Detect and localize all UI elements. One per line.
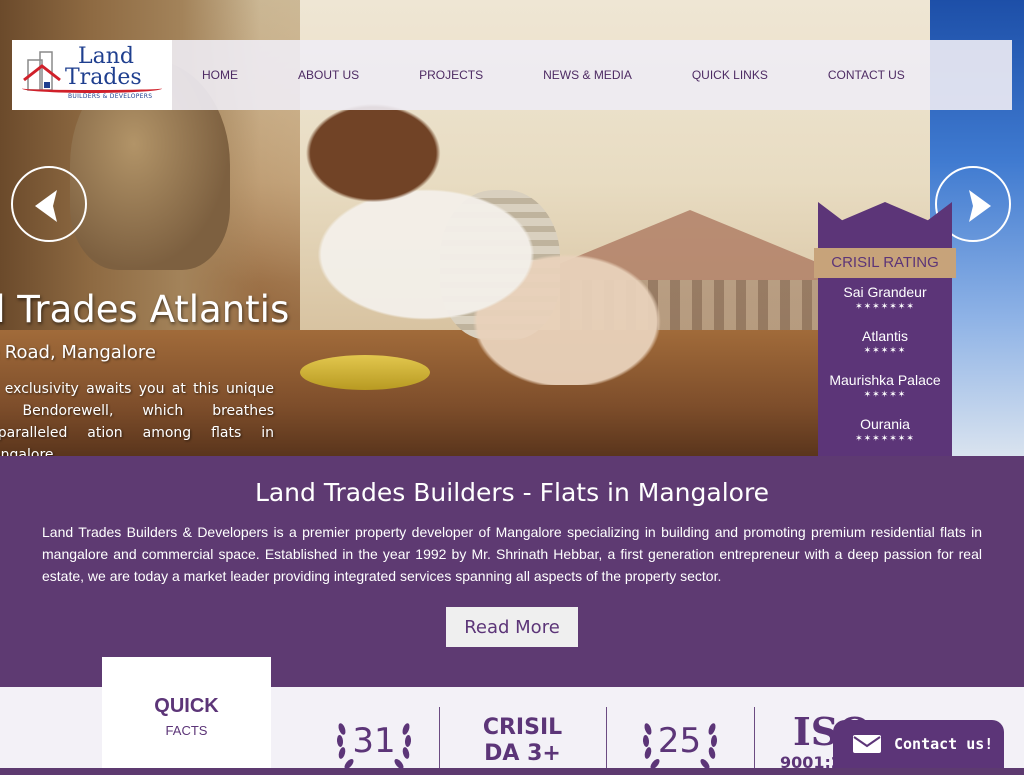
star-rating-icon: ✶✶✶✶✶✶✶ (855, 434, 915, 444)
nav-contact-us[interactable]: CONTACT US (828, 68, 905, 82)
read-more-button[interactable]: Read More (446, 607, 578, 647)
site-logo[interactable]: Land Trades BUILDERS & DEVELOPERS (12, 40, 172, 110)
fact-projects: 25 (607, 707, 752, 769)
slider-prev-button[interactable] (11, 166, 87, 242)
crisil-project-name: Maurishka Palace (829, 372, 941, 388)
about-heading: Land Trades Builders - Flats in Mangalor… (254, 478, 770, 507)
crisil-project-name: Ourania (860, 416, 910, 432)
star-rating-icon: ✶✶✶✶✶✶✶ (855, 302, 915, 312)
logo-swoosh (22, 84, 162, 93)
contact-us-widget[interactable]: Contact us! (833, 720, 1004, 768)
fact-crisil: CRISIL DA 3+ (440, 707, 605, 768)
quick-facts-card: QUICK FACTS (102, 657, 271, 768)
nav-about-us[interactable]: ABOUT US (298, 68, 359, 82)
contact-us-label: Contact us! (894, 735, 994, 753)
crisil-project-name: Atlantis (862, 328, 908, 344)
nav-projects[interactable]: PROJECTS (419, 68, 483, 82)
quick-facts-title: QUICK (154, 695, 219, 717)
nav-home[interactable]: HOME (202, 68, 238, 82)
envelope-icon (853, 735, 881, 753)
logo-tagline: BUILDERS & DEVELOPERS (68, 93, 153, 100)
nav-quick-links[interactable]: QUICK LINKS (692, 68, 768, 82)
slide-photo-person (250, 95, 690, 385)
crisil-item[interactable]: Maurishka Palace ✶✶✶✶✶ (818, 366, 952, 410)
crisil-project-name: Sai Grandeur (843, 284, 927, 300)
main-nav: HOME ABOUT US PROJECTS NEWS & MEDIA QUIC… (202, 40, 905, 110)
fact-crisil-line2: DA 3+ (484, 741, 561, 766)
nav-news-media[interactable]: NEWS & MEDIA (543, 68, 632, 82)
star-rating-icon: ✶✶✶✶✶ (863, 390, 907, 400)
quick-facts-subtitle: FACTS (165, 723, 208, 738)
crisil-list: Sai Grandeur ✶✶✶✶✶✶✶ Atlantis ✶✶✶✶✶ Maur… (818, 278, 952, 486)
slide-title: d Trades Atlantis (0, 288, 290, 331)
fact-years: 31 (310, 707, 438, 769)
chevron-left-icon (35, 190, 57, 222)
fact-iso: ISO 9001:2 (755, 707, 871, 772)
fact-crisil-line1: CRISIL (482, 715, 563, 740)
crisil-item[interactable]: Atlantis ✶✶✶✶✶ (818, 322, 952, 366)
fact-years-value: 31 (352, 721, 396, 761)
about-section: Land Trades Builders - Flats in Mangalor… (0, 456, 1024, 687)
site-header: Land Trades BUILDERS & DEVELOPERS HOME A… (12, 40, 1012, 110)
slide-pillow (300, 355, 430, 390)
slide-description: ed exclusivity awaits you at this unique… (0, 381, 274, 456)
about-body: Land Trades Builders & Developers is a p… (42, 524, 982, 584)
fact-projects-value: 25 (657, 721, 702, 761)
star-rating-icon: ✶✶✶✶✶ (863, 346, 907, 356)
crisil-crown (818, 202, 952, 250)
crisil-item[interactable]: Sai Grandeur ✶✶✶✶✶✶✶ (818, 278, 952, 322)
crisil-heading: CRISIL RATING (814, 248, 956, 278)
crisil-item[interactable]: Ourania ✶✶✶✶✶✶✶ (818, 410, 952, 454)
slide-subtitle: e Road, Mangalore (0, 342, 156, 363)
crisil-rating-panel: CRISIL RATING Sai Grandeur ✶✶✶✶✶✶✶ Atlan… (814, 202, 956, 486)
